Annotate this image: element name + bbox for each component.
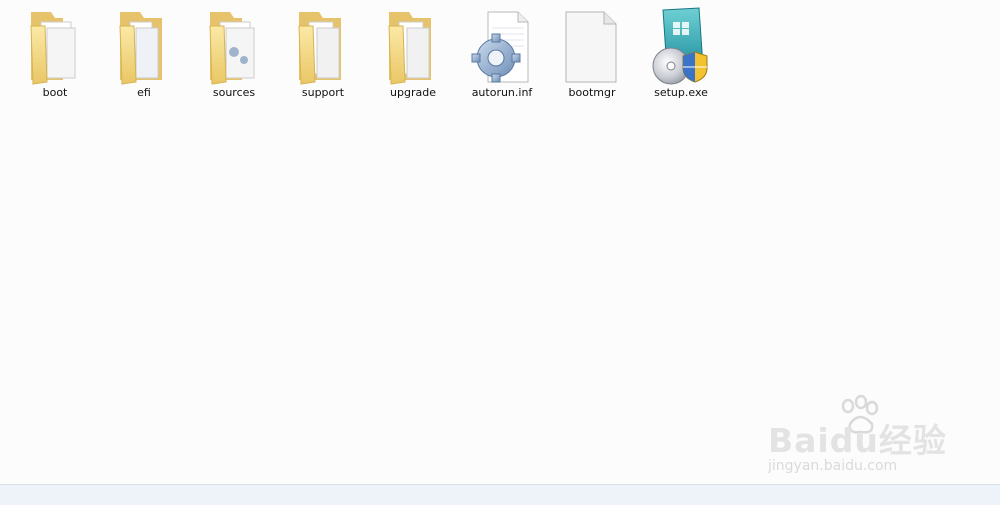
file-item-sources[interactable]: sources [192, 4, 276, 104]
baidu-watermark: Baidu经验 jingyan.baidu.com [762, 394, 952, 484]
status-bar [0, 484, 1000, 505]
folder-icon [30, 12, 76, 85]
file-item-support[interactable]: support [281, 4, 365, 104]
setup-exe-icon [652, 7, 708, 85]
file-list: boot efi sources support upgrade autorun… [0, 0, 1000, 110]
folder-icon [209, 12, 255, 85]
file-name: boot [42, 86, 68, 99]
file-item-bootmgr[interactable]: bootmgr [550, 4, 634, 104]
file-item-autorun-inf[interactable]: autorun.inf [460, 4, 544, 104]
file-item-upgrade[interactable]: upgrade [371, 4, 455, 104]
file-item-efi[interactable]: efi [102, 4, 186, 104]
folder-icon [298, 12, 341, 85]
file-name: support [301, 86, 345, 99]
file-name: bootmgr [568, 86, 616, 99]
folder-icon [119, 12, 162, 85]
file-name: efi [137, 86, 151, 99]
file-name: setup.exe [654, 86, 708, 99]
settings-file-icon [471, 11, 529, 83]
file-item-boot[interactable]: boot [13, 4, 97, 104]
folder-icon [388, 12, 431, 85]
file-name: autorun.inf [471, 86, 533, 99]
blank-file-icon [565, 11, 617, 83]
watermark-logo: Baidu经验 [768, 421, 947, 460]
file-name: sources [212, 86, 256, 99]
file-item-setup-exe[interactable]: setup.exe [639, 4, 723, 104]
watermark-url: jingyan.baidu.com [768, 458, 898, 474]
file-name: upgrade [390, 86, 436, 99]
